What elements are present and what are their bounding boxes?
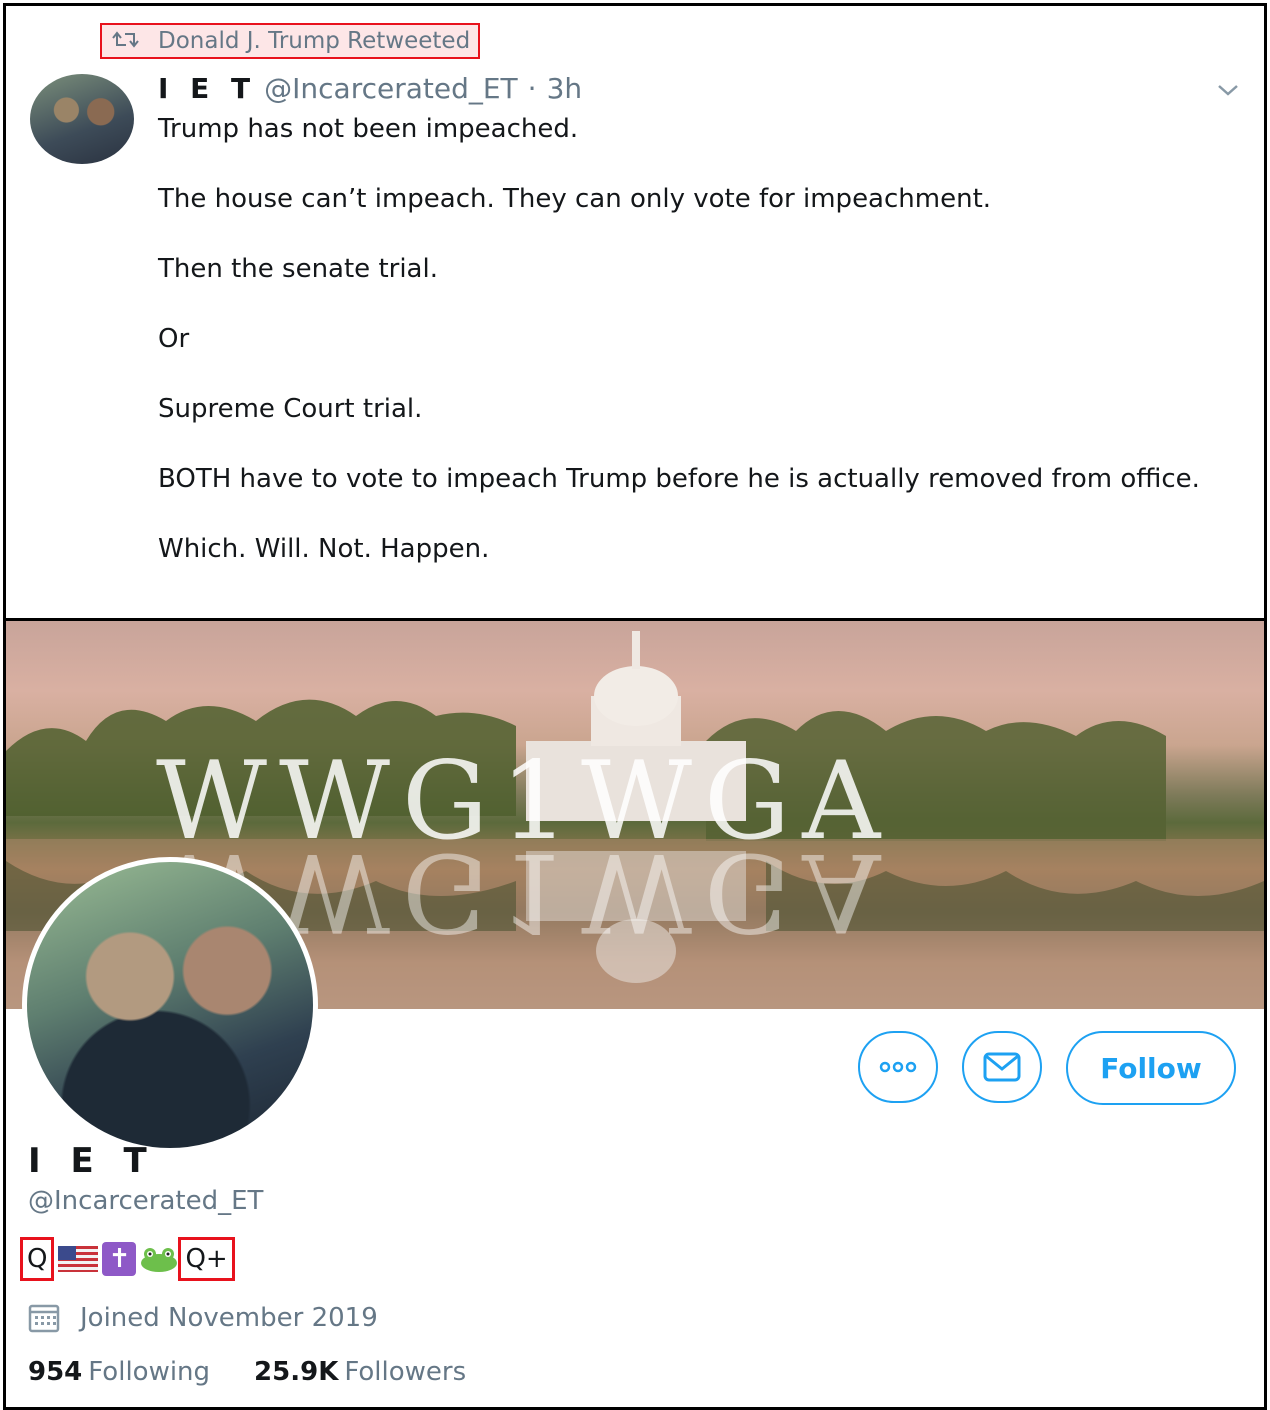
tweet-separator: ·: [527, 72, 537, 105]
tweet-text: Trump has not been impeached. The house …: [158, 112, 1253, 602]
profile-handle: @Incarcerated_ET: [28, 1186, 264, 1216]
joined-date: Joined November 2019: [28, 1303, 378, 1333]
profile-name: I E T: [28, 1141, 156, 1181]
frog-icon: [141, 1248, 178, 1272]
joined-text: Joined November 2019: [80, 1303, 378, 1333]
tweet-author-avatar[interactable]: [30, 74, 134, 164]
message-button[interactable]: [962, 1031, 1042, 1103]
tweet-panel: Donald J. Trump Retweeted I E T @Incarce…: [3, 3, 1267, 621]
tweet-paragraph: The house can’t impeach. They can only v…: [158, 184, 992, 214]
chevron-down-icon[interactable]: [1216, 82, 1240, 98]
tweet-paragraph: BOTH have to vote to impeach Trump befor…: [158, 464, 1200, 494]
more-options-button[interactable]: [858, 1031, 938, 1103]
profile-bio: Q ✝ Q+: [20, 1237, 235, 1281]
tweet-paragraph: Trump has not been impeached.: [158, 114, 579, 144]
envelope-icon: [983, 1052, 1021, 1082]
followers-label: Followers: [344, 1357, 467, 1387]
calendar-icon: [28, 1304, 60, 1333]
followers-link[interactable]: 25.9K Followers: [254, 1357, 466, 1387]
profile-stats: 954 Following 25.9K Followers: [28, 1357, 510, 1387]
tweet-paragraph: Or: [158, 324, 190, 354]
bio-qplus-badge: Q+: [178, 1237, 235, 1281]
us-flag-icon: [58, 1246, 99, 1272]
bio-q-badge: Q: [20, 1237, 55, 1281]
follow-button[interactable]: Follow: [1066, 1031, 1236, 1105]
cross-icon: ✝: [102, 1242, 137, 1276]
tweet-paragraph: Supreme Court trial.: [158, 394, 423, 424]
retweet-header-text: Donald J. Trump Retweeted: [158, 28, 471, 54]
more-icon: [879, 1061, 917, 1073]
tweet-author-name[interactable]: I E T: [158, 72, 256, 105]
tweet-author-handle[interactable]: @Incarcerated_ET: [264, 72, 518, 105]
following-link[interactable]: 954 Following: [28, 1357, 210, 1387]
following-count: 954: [28, 1357, 83, 1387]
followers-count: 25.9K: [254, 1357, 339, 1387]
profile-panel: WWG1WGA WWG1WGA Follow I E T @Incarcerat…: [3, 618, 1267, 1410]
retweet-icon: [112, 31, 139, 48]
profile-avatar[interactable]: [22, 857, 318, 1153]
tweet-header: I E T @Incarcerated_ET · 3h: [158, 72, 582, 105]
tweet-timestamp[interactable]: 3h: [547, 72, 583, 105]
retweet-header[interactable]: Donald J. Trump Retweeted: [100, 23, 481, 59]
following-label: Following: [88, 1357, 211, 1387]
tweet-paragraph: Then the senate trial.: [158, 254, 438, 284]
tweet-paragraph: Which. Will. Not. Happen.: [158, 534, 490, 564]
